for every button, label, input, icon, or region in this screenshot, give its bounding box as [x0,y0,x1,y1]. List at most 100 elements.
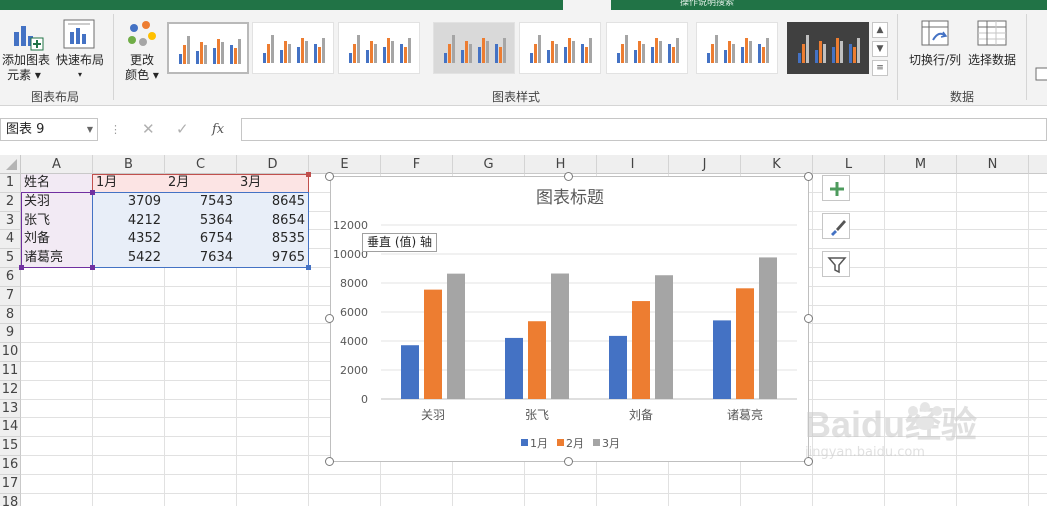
select-all-corner[interactable] [0,155,21,174]
row-header[interactable]: 8 [0,305,21,325]
gallery-down-arrow-icon[interactable]: ▼ [872,41,888,57]
chart-styles-button[interactable] [822,213,850,239]
column-header[interactable]: F [381,155,453,174]
switch-row-column-button[interactable] [919,18,953,52]
change-colors-button[interactable] [124,18,160,52]
data-cell[interactable]: 7634 [165,249,237,268]
name-box[interactable]: 图表 9 ▼ [0,118,98,141]
row-header[interactable]: 9 [0,324,21,344]
chart-type-button[interactable] [1034,62,1047,82]
name-box-dropdown-icon[interactable]: ▼ [87,119,93,140]
chart-resize-handle[interactable] [564,172,573,181]
data-cell[interactable]: 张飞 [21,212,93,231]
row-header[interactable]: 17 [0,474,21,494]
chart-resize-handle[interactable] [804,314,813,323]
data-cell[interactable]: 6754 [165,230,237,249]
column-header[interactable]: L [813,155,885,174]
data-cell[interactable]: 5364 [165,212,237,231]
range-handle[interactable] [90,190,95,195]
chart-filters-button[interactable] [822,251,850,277]
bar-3月-诸葛亮 [759,257,777,399]
chart-resize-handle[interactable] [564,457,573,466]
data-cell[interactable]: 9765 [237,249,309,268]
column-header[interactable]: C [165,155,237,174]
chart-style-thumbnail[interactable] [252,22,334,74]
cancel-icon[interactable]: ✕ [142,118,155,141]
data-cell[interactable]: 7543 [165,193,237,212]
chart-resize-handle[interactable] [325,314,334,323]
row-header[interactable]: 7 [0,286,21,306]
chart-resize-handle[interactable] [325,172,334,181]
column-header[interactable]: K [741,155,813,174]
row-header[interactable]: 5 [0,249,21,268]
chart-style-thumbnail[interactable] [696,22,778,74]
x-category-label: 关羽 [421,408,445,422]
change-colors-label: 更改 [129,53,154,67]
range-handle[interactable] [19,265,24,270]
chart-elements-button[interactable] [822,175,850,201]
column-header[interactable]: I [597,155,669,174]
row-header[interactable]: 1 [0,174,21,193]
row-header[interactable]: 4 [0,230,21,250]
chart-resize-handle[interactable] [804,172,813,181]
chart-style-thumbnail[interactable] [338,22,420,74]
chart-style-thumbnail[interactable] [433,22,515,74]
chart-style-thumbnail[interactable] [519,22,601,74]
column-header[interactable]: N [957,155,1029,174]
data-cell[interactable]: 4352 [93,230,165,249]
column-header[interactable]: E [309,155,381,174]
header-cell[interactable]: 1月 [93,174,165,193]
formula-input[interactable] [241,118,1047,141]
header-cell[interactable]: 2月 [165,174,237,193]
column-header[interactable]: J [669,155,741,174]
row-header[interactable]: 3 [0,211,21,231]
data-cell[interactable]: 5422 [93,249,165,268]
gallery-more-icon[interactable]: ≡ [872,60,888,76]
data-cell[interactable]: 3709 [93,193,165,212]
tab-design[interactable] [563,0,611,10]
column-header[interactable]: B [93,155,165,174]
data-cell[interactable]: 关羽 [21,193,93,212]
header-cell[interactable]: 3月 [237,174,309,193]
quick-layout-button[interactable] [60,18,100,52]
row-header[interactable]: 15 [0,437,21,456]
row-header[interactable]: 12 [0,380,21,400]
watermark-url: jingyan.baidu.com [805,445,925,460]
tell-me-search[interactable]: 操作说明搜索 [680,0,800,10]
column-header[interactable]: H [525,155,597,174]
row-header[interactable]: 11 [0,362,21,381]
column-header[interactable]: D [237,155,309,174]
data-cell[interactable]: 刘备 [21,230,93,249]
data-cell[interactable]: 诸葛亮 [21,249,93,268]
column-header[interactable]: M [885,155,957,174]
row-header[interactable]: 2 [0,192,21,212]
data-cell[interactable]: 8535 [237,230,309,249]
column-header[interactable] [1029,155,1047,174]
formula-bar-grip-icon: ⋮ [110,123,121,136]
range-handle[interactable] [90,265,95,270]
row-header[interactable]: 18 [0,493,21,506]
gallery-up-arrow-icon[interactable]: ▲ [872,22,888,38]
header-cell[interactable]: 姓名 [21,174,93,193]
select-data-button[interactable] [975,18,1009,52]
chart-resize-handle[interactable] [325,457,334,466]
chart-style-thumbnail[interactable] [787,22,869,74]
column-header[interactable]: A [21,155,93,174]
chart-style-thumbnail[interactable] [167,22,249,74]
chart-style-preview-icon [444,35,506,63]
chart-style-thumbnail[interactable] [606,22,688,74]
data-cell[interactable]: 8654 [237,212,309,231]
chart-area[interactable]: 图表标题 0 2000 4000 6000 8000 10000 12000 关羽 张飞 刘备 诸葛亮… [330,176,809,462]
data-cell[interactable]: 8645 [237,193,309,212]
row-header[interactable]: 13 [0,399,21,419]
row-header[interactable]: 14 [0,418,21,438]
row-header[interactable]: 10 [0,343,21,362]
fx-icon[interactable]: fx [212,118,224,141]
row-header[interactable]: 16 [0,456,21,475]
range-handle[interactable] [306,265,311,270]
column-header[interactable]: G [453,155,525,174]
range-handle[interactable] [306,172,311,177]
row-header[interactable]: 6 [0,268,21,287]
enter-icon[interactable]: ✓ [176,118,189,141]
data-cell[interactable]: 4212 [93,212,165,231]
